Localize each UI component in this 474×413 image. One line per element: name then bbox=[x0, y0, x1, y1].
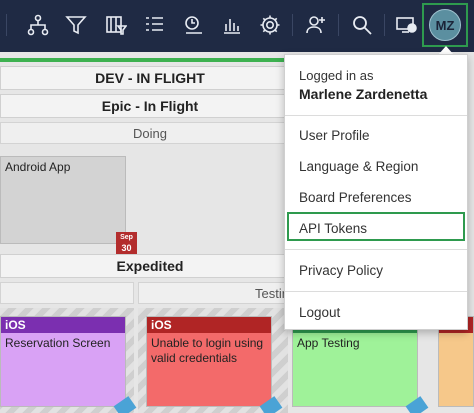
expedited-lane-header: Expedited bbox=[0, 254, 300, 278]
toolbar-divider bbox=[292, 14, 293, 36]
search-icon[interactable] bbox=[348, 11, 376, 39]
card-tag: iOS bbox=[147, 317, 271, 333]
card-login-bug[interactable]: iOS Unable to login using valid credenti… bbox=[146, 316, 272, 407]
android-app-card[interactable]: Android App bbox=[0, 156, 126, 244]
card-title: App Testing bbox=[297, 336, 360, 350]
card-title: Android App bbox=[5, 160, 71, 174]
toolbar-divider bbox=[384, 14, 385, 36]
timeline-icon[interactable] bbox=[180, 11, 208, 39]
user-avatar-button[interactable]: MZ bbox=[422, 3, 468, 47]
hierarchy-icon[interactable] bbox=[24, 11, 52, 39]
toolbar-divider bbox=[6, 14, 7, 36]
menu-divider bbox=[285, 249, 467, 250]
board-filter-icon[interactable] bbox=[102, 11, 130, 39]
expedited-subcolumn bbox=[0, 282, 134, 304]
menu-item-api-tokens[interactable]: API Tokens bbox=[299, 221, 367, 236]
card-title: Unable to login using valid credentials bbox=[151, 336, 264, 365]
chart-icon[interactable] bbox=[218, 11, 246, 39]
avatar: MZ bbox=[429, 9, 461, 41]
date-month: Sep bbox=[120, 234, 133, 241]
toolbar-divider bbox=[338, 14, 339, 36]
testing-column-header: Testin bbox=[138, 282, 300, 304]
menu-item-privacy-policy[interactable]: Privacy Policy bbox=[299, 263, 383, 278]
filter-icon[interactable] bbox=[62, 11, 90, 39]
card-title: Reservation Screen bbox=[5, 336, 111, 350]
add-user-icon[interactable] bbox=[302, 11, 330, 39]
card-reservation-screen[interactable]: iOS Reservation Screen bbox=[0, 316, 126, 407]
due-date-badge: Sep 30 bbox=[116, 232, 137, 254]
user-name: Marlene Zardenetta bbox=[299, 86, 428, 102]
menu-divider bbox=[285, 291, 467, 292]
top-toolbar: MZ bbox=[0, 0, 474, 52]
logged-in-label: Logged in as bbox=[299, 68, 374, 83]
doing-column-header: Doing bbox=[0, 122, 300, 144]
lane-title: DEV - IN FLIGHT bbox=[0, 66, 300, 90]
menu-item-language-region[interactable]: Language & Region bbox=[299, 159, 418, 174]
epic-title: Epic - In Flight bbox=[0, 94, 300, 118]
screen-account-icon[interactable] bbox=[392, 11, 420, 39]
menu-item-logout[interactable]: Logout bbox=[299, 305, 340, 320]
user-menu-dropdown: Logged in as Marlene Zardenetta User Pro… bbox=[284, 54, 468, 330]
menu-item-board-preferences[interactable]: Board Preferences bbox=[299, 190, 412, 205]
card-tag: iOS bbox=[1, 317, 125, 333]
lane-accent-line bbox=[0, 58, 300, 62]
date-day: 30 bbox=[121, 243, 132, 253]
menu-item-user-profile[interactable]: User Profile bbox=[299, 128, 370, 143]
menu-divider bbox=[285, 115, 467, 116]
gear-icon[interactable] bbox=[256, 11, 284, 39]
list-icon[interactable] bbox=[140, 11, 168, 39]
